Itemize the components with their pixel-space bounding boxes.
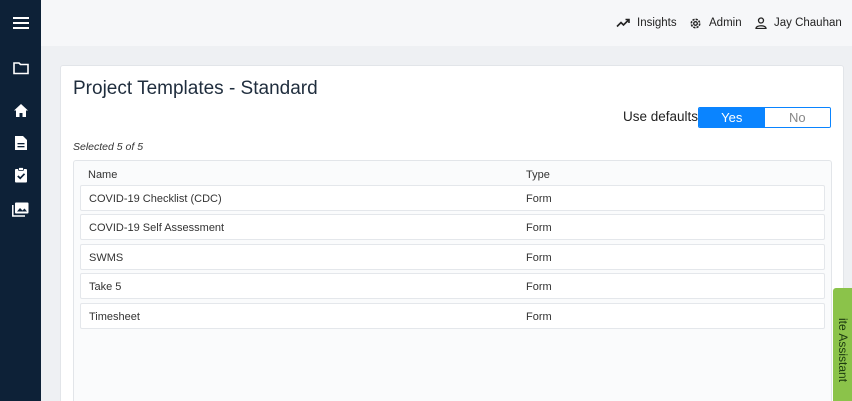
cell-type: Form bbox=[526, 222, 552, 234]
toggle-no-button[interactable]: No bbox=[764, 108, 830, 127]
user-menu[interactable]: Jay Chauhan bbox=[755, 15, 842, 31]
top-bar: Insights Admin Jay Chauhan bbox=[41, 0, 852, 46]
cell-type: Form bbox=[526, 311, 552, 323]
insights-link[interactable]: Insights bbox=[616, 15, 677, 31]
folder-icon[interactable] bbox=[0, 59, 41, 77]
use-defaults-toggle: Yes No bbox=[698, 107, 831, 128]
cell-name: Timesheet bbox=[89, 311, 140, 323]
site-assistant-tab[interactable]: ite Assistant bbox=[833, 288, 852, 401]
table-row[interactable]: Timesheet Form bbox=[80, 303, 825, 329]
gallery-icon[interactable] bbox=[0, 200, 41, 218]
table-row[interactable]: SWMS Form bbox=[80, 244, 825, 270]
page-title: Project Templates - Standard bbox=[73, 78, 318, 99]
home-icon[interactable] bbox=[0, 101, 41, 119]
menu-icon[interactable] bbox=[0, 14, 41, 32]
user-icon bbox=[755, 17, 767, 29]
site-assistant-label: ite Assistant bbox=[836, 318, 850, 383]
templates-table: Name Type COVID-19 Checklist (CDC) Form … bbox=[73, 160, 832, 401]
insights-label: Insights bbox=[637, 17, 677, 29]
cell-name: COVID-19 Checklist (CDC) bbox=[89, 193, 222, 205]
toggle-yes-button[interactable]: Yes bbox=[699, 108, 765, 127]
cell-type: Form bbox=[526, 193, 552, 205]
selected-count: Selected 5 of 5 bbox=[73, 141, 144, 153]
table-header: Name Type bbox=[74, 161, 831, 185]
admin-label: Admin bbox=[709, 17, 742, 29]
document-icon[interactable] bbox=[0, 134, 41, 152]
trending-up-icon bbox=[616, 18, 630, 28]
cell-name: Take 5 bbox=[89, 281, 122, 293]
use-defaults-label: Use defaults bbox=[623, 109, 699, 124]
cell-type: Form bbox=[526, 281, 552, 293]
cell-name: SWMS bbox=[89, 252, 124, 264]
column-header-name: Name bbox=[88, 169, 118, 181]
gear-icon bbox=[690, 18, 701, 28]
column-header-type: Type bbox=[526, 169, 550, 181]
clipboard-check-icon[interactable] bbox=[0, 166, 41, 184]
table-row[interactable]: Take 5 Form bbox=[80, 273, 825, 299]
sidebar bbox=[0, 0, 41, 401]
table-row[interactable]: COVID-19 Checklist (CDC) Form bbox=[80, 185, 825, 211]
cell-type: Form bbox=[526, 252, 552, 264]
admin-link[interactable]: Admin bbox=[689, 15, 742, 31]
table-row[interactable]: COVID-19 Self Assessment Form bbox=[80, 214, 825, 240]
cell-name: COVID-19 Self Assessment bbox=[89, 222, 225, 234]
user-name: Jay Chauhan bbox=[774, 17, 842, 29]
templates-card: Project Templates - Standard Use default… bbox=[60, 65, 844, 401]
